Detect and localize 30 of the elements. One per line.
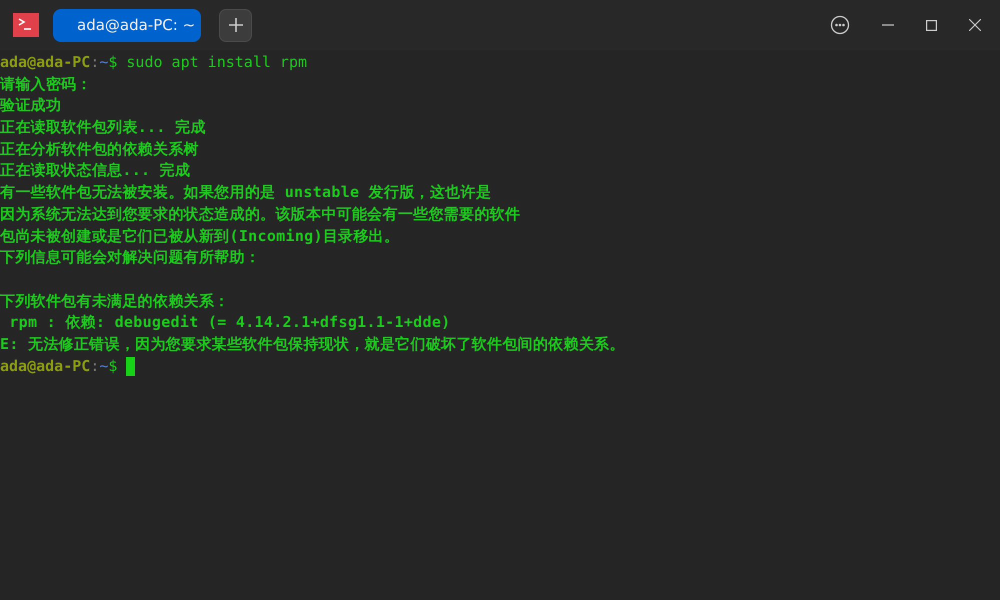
prompt-user: ada@ada-PC <box>0 52 90 73</box>
new-tab-button[interactable] <box>219 8 252 42</box>
output-line: 请输入密码： <box>0 74 92 95</box>
output-line: 有一些软件包无法被安装。如果您用的是 unstable 发行版，这也许是 <box>0 182 492 204</box>
output-line: 正在读取软件包列表... 完成 <box>0 117 206 138</box>
terminal-icon <box>13 13 39 37</box>
output-line: 因为系统无法达到您要求的状态造成的。该版本中可能会有一些您需要的软件 <box>0 204 520 225</box>
prompt-path: ~ <box>99 356 108 377</box>
output-line: 正在分析软件包的依赖关系树 <box>0 138 199 160</box>
prompt-symbol: $ <box>108 356 118 377</box>
output-line: E: 无法修正错误，因为您要求某些软件包保持现状，就是它们破坏了软件包间的依赖关系。 <box>0 334 625 355</box>
output-line: rpm : 依赖: debugedit (= 4.14.2.1+dfsg1.1-1+dde) <box>8 312 450 334</box>
prompt-separator: : <box>90 52 100 73</box>
plus-icon <box>228 17 244 33</box>
prompt-user: ada@ada-PC <box>0 356 90 377</box>
maximize-icon[interactable] <box>926 20 937 30</box>
more-options-icon[interactable] <box>830 15 850 35</box>
close-icon[interactable] <box>969 19 981 31</box>
output-line: 包尚未被创建或是它们已被从新到(Incoming)目录移出。 <box>0 226 400 246</box>
prompt-path: ~ <box>99 52 108 73</box>
prompt-separator: : <box>90 356 100 377</box>
terminal-tab[interactable]: ada@ada-PC: ~ <box>53 8 201 42</box>
minimize-icon[interactable] <box>882 24 894 26</box>
output-line: 下列软件包有未满足的依赖关系： <box>0 290 230 312</box>
output-line: 验证成功 <box>0 95 62 116</box>
output-line: 下列信息可能会对解决问题有所帮助： <box>0 247 260 268</box>
tab-label: ada@ada-PC: ~ <box>77 16 196 34</box>
output-line: 正在读取状态信息... 完成 <box>0 160 190 182</box>
prompt-symbol: $ <box>108 52 118 73</box>
command-text: sudo apt install rpm <box>126 52 308 73</box>
